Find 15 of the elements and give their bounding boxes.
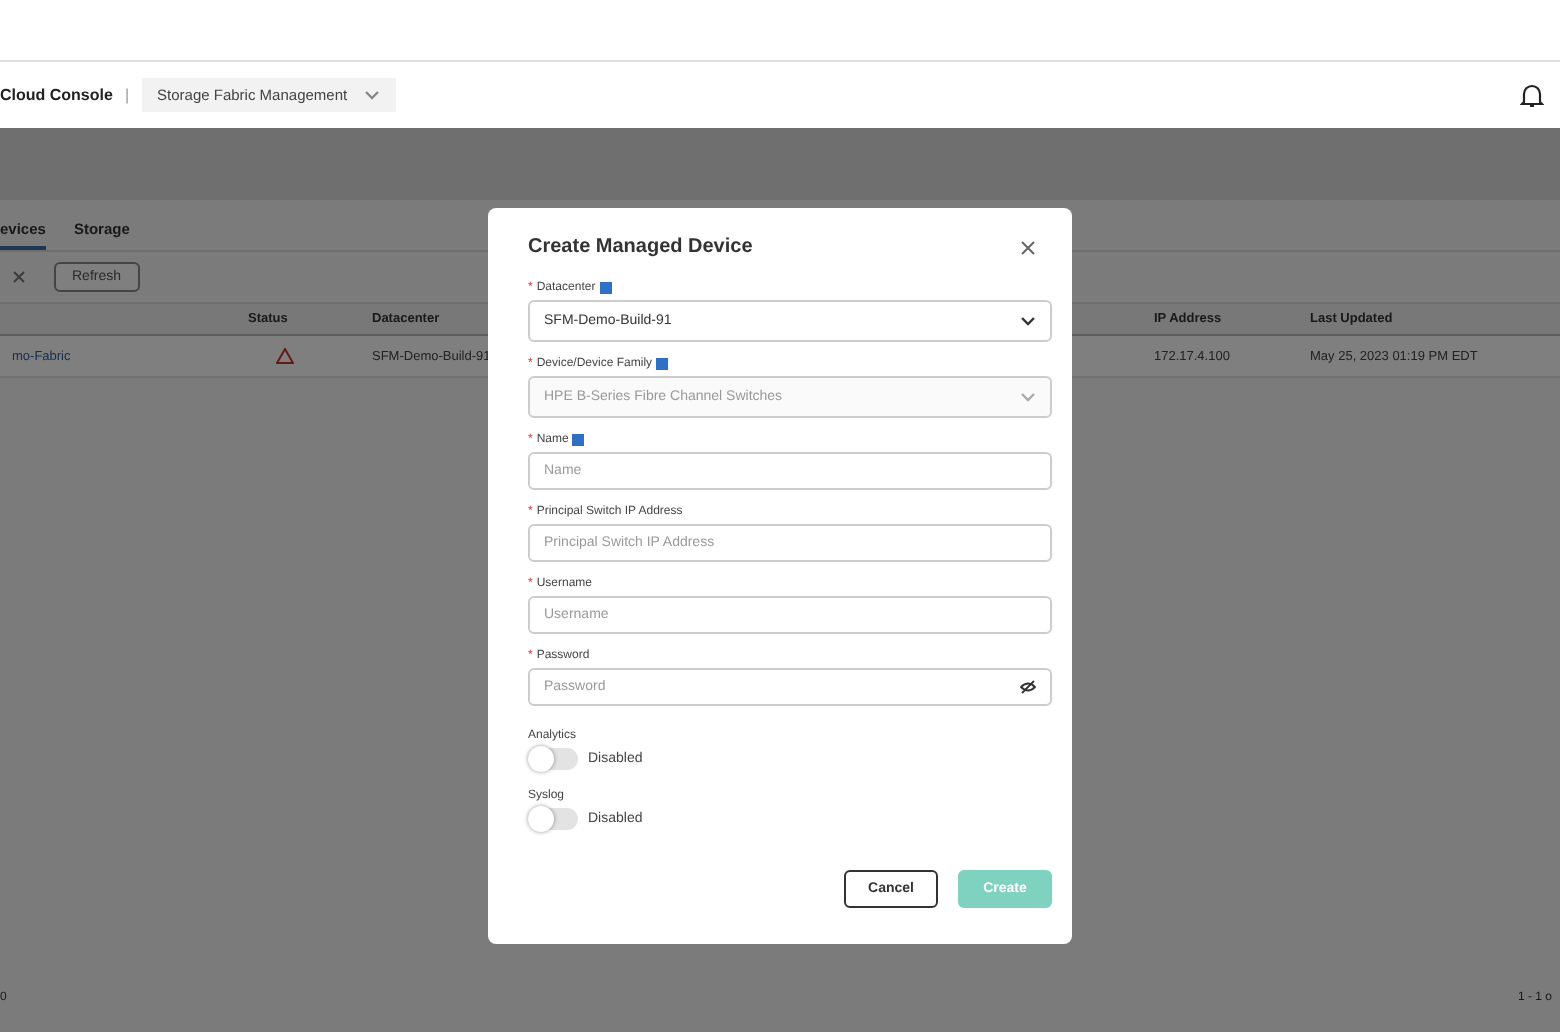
chevron-down-icon: [1020, 392, 1036, 402]
app-name: Cloud Console: [0, 86, 113, 104]
chevron-down-icon: [363, 90, 380, 100]
eye-slash-icon[interactable]: [1020, 680, 1036, 694]
close-icon[interactable]: [12, 270, 26, 284]
bell-icon[interactable]: [1520, 82, 1544, 108]
warning-icon: [276, 348, 294, 364]
dialog-title: Create Managed Device: [528, 236, 753, 258]
toggle-switch[interactable]: [528, 808, 578, 830]
chevron-down-icon: [1020, 316, 1036, 326]
separator: |: [124, 86, 130, 104]
close-button[interactable]: [1020, 239, 1036, 255]
toggle-switch[interactable]: [528, 748, 578, 770]
info-icon[interactable]: [599, 282, 612, 294]
info-icon[interactable]: [572, 434, 585, 446]
